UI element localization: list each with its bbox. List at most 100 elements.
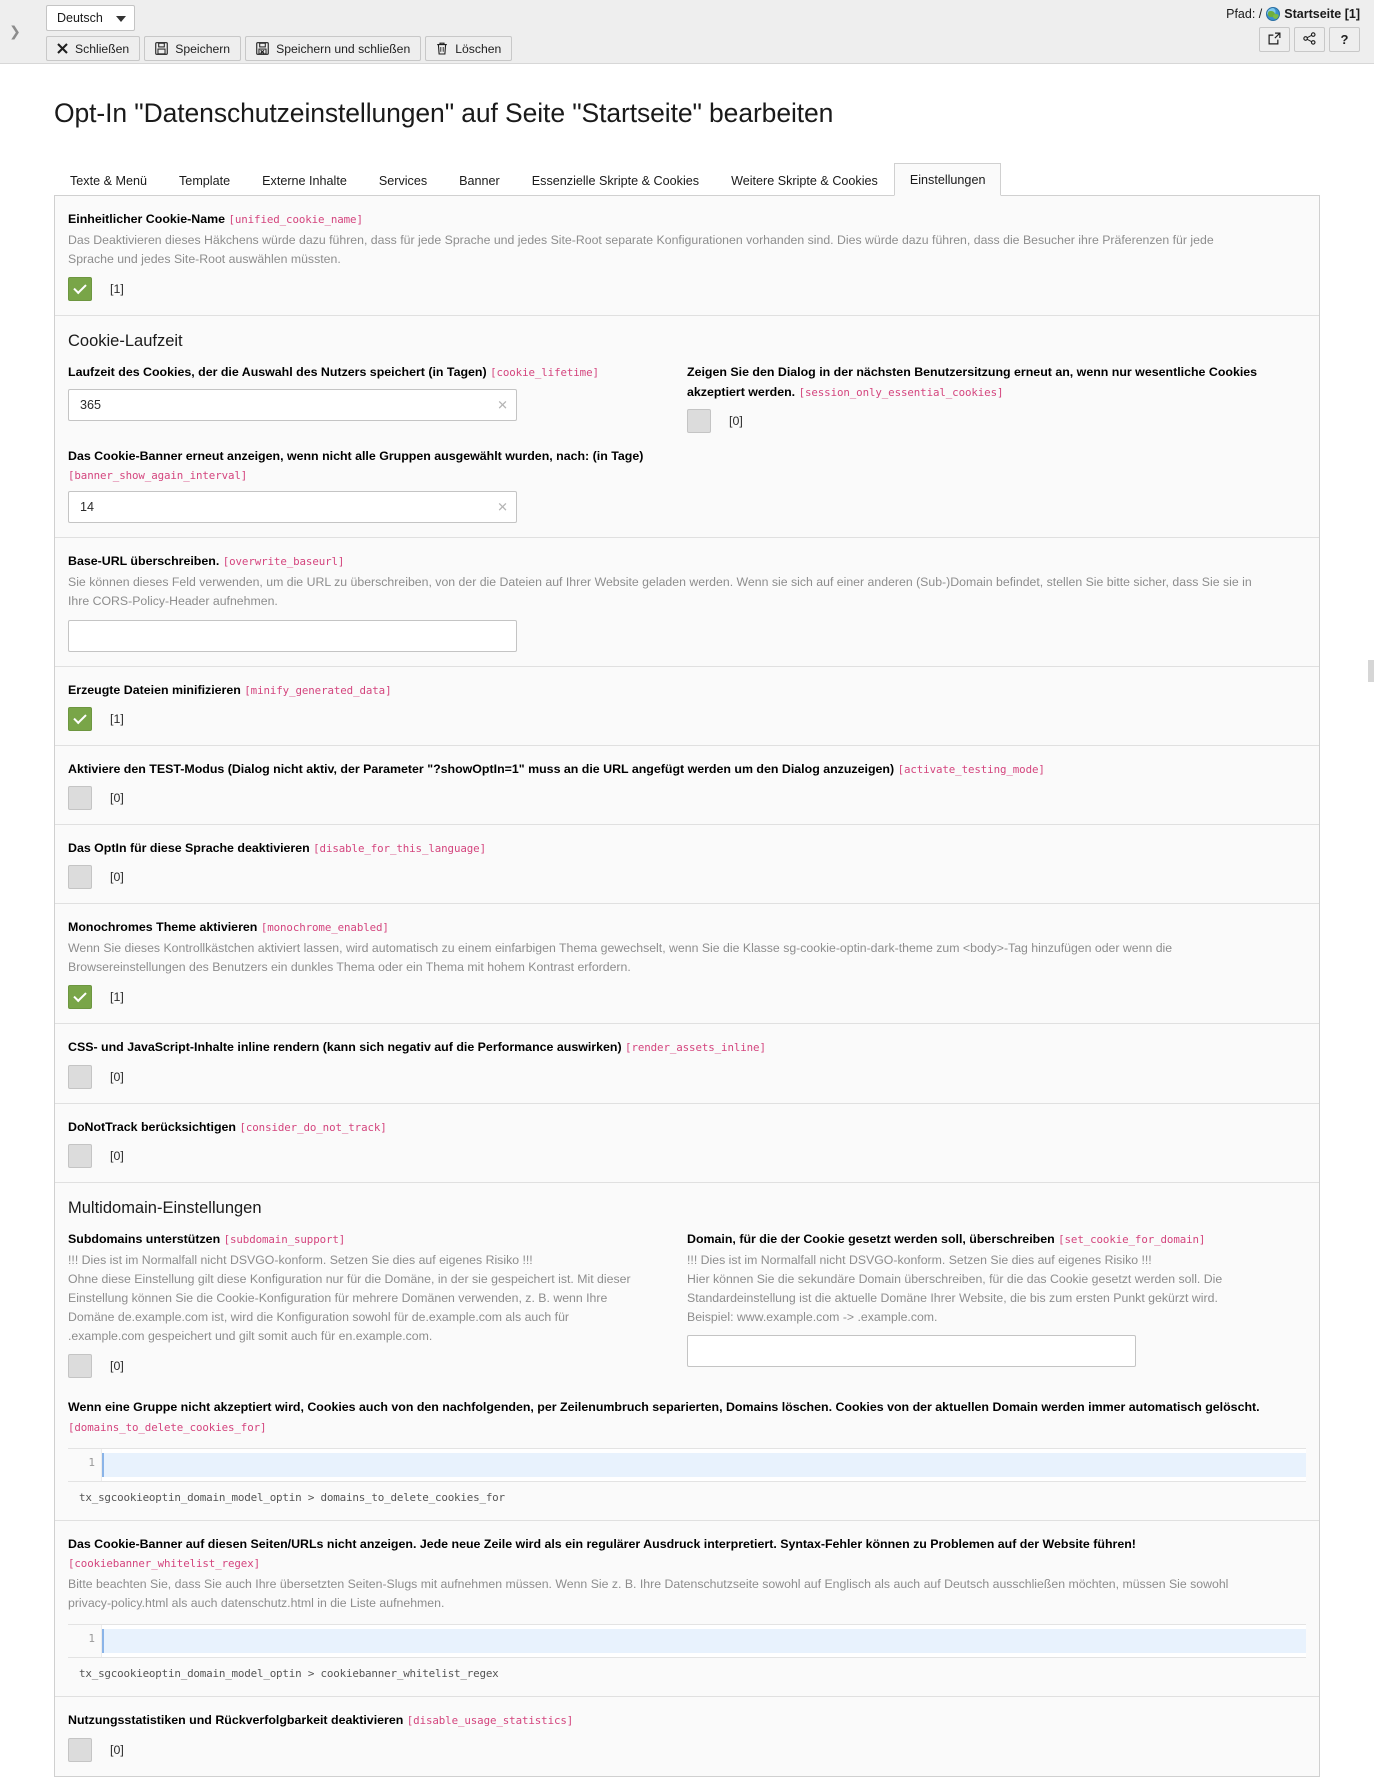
subdomain-support-key: [subdomain_support] bbox=[223, 1232, 346, 1246]
cookie-lifetime-input[interactable] bbox=[68, 388, 517, 421]
tab-weitere-skripte-cookies[interactable]: Weitere Skripte & Cookies bbox=[715, 164, 894, 196]
clear-x-icon[interactable]: ✕ bbox=[497, 501, 508, 514]
unified-cookie-name-value: [1] bbox=[110, 282, 124, 297]
tab-banner[interactable]: Banner bbox=[443, 164, 516, 196]
cookiebanner-whitelist-regex-label-text: Das Cookie-Banner auf diesen Seiten/URLs… bbox=[68, 1536, 1136, 1551]
language-select-value: Deutsch bbox=[57, 11, 103, 25]
scrollbar-edge-marker[interactable] bbox=[1368, 660, 1374, 682]
render-assets-inline-checkbox-row: [0] bbox=[68, 1064, 1306, 1089]
set-cookie-for-domain-input[interactable] bbox=[687, 1335, 1136, 1368]
language-select[interactable]: Deutsch bbox=[46, 5, 135, 31]
minify-generated-data-checkbox[interactable] bbox=[68, 706, 92, 731]
close-button[interactable]: Schließen bbox=[46, 36, 141, 61]
docheader-icon-buttons: ? bbox=[1226, 27, 1360, 52]
unified-cookie-name-checkbox[interactable] bbox=[68, 277, 92, 302]
consider-do-not-track-checkbox-row: [0] bbox=[68, 1143, 1306, 1168]
save-and-close-button[interactable]: Speichern und schließen bbox=[245, 36, 422, 61]
page-title: Opt-In "Datenschutzeinstellungen" auf Se… bbox=[54, 98, 834, 128]
consider-do-not-track-key: [consider_do_not_track] bbox=[239, 1120, 387, 1134]
disable-usage-statistics-label-text: Nutzungsstatistiken und Rückverfolgbarke… bbox=[68, 1713, 404, 1728]
sidebar-collapse-icon[interactable]: ❯ bbox=[6, 22, 24, 40]
tab-essenzielle-skripte-cookies[interactable]: Essenzielle Skripte & Cookies bbox=[516, 164, 715, 196]
trash-icon bbox=[436, 42, 448, 55]
monochrome-enabled-label: Monochromes Theme aktivieren [monochrome… bbox=[68, 918, 1306, 937]
render-assets-inline-label-text: CSS- und JavaScript-Inhalte inline rende… bbox=[68, 1040, 622, 1055]
set-cookie-for-domain-input-wrap bbox=[687, 1335, 1136, 1368]
activate-testing-mode-label: Aktiviere den TEST-Modus (Dialog nicht a… bbox=[68, 760, 1306, 779]
session-only-essential-cookies-checkbox[interactable] bbox=[687, 408, 711, 433]
session-only-essential-cookies-checkbox-row: [0] bbox=[687, 408, 1278, 433]
cookiebanner-whitelist-regex-path: tx_sgcookieoptin_domain_model_optin > co… bbox=[79, 1667, 499, 1681]
session-only-essential-cookies-key: [session_only_essential_cookies] bbox=[798, 385, 1004, 399]
disable-usage-statistics-label: Nutzungsstatistiken und Rückverfolgbarke… bbox=[68, 1711, 1306, 1730]
chevron-down-icon bbox=[115, 16, 126, 22]
tab-texte-menue[interactable]: Texte & Menü bbox=[54, 164, 163, 196]
cookie-lifetime-col: Laufzeit des Cookies, der die Auswahl de… bbox=[68, 363, 687, 432]
cookie-laufzeit-empty-col bbox=[687, 447, 1306, 523]
session-only-essential-cookies-col: Zeigen Sie den Dialog in der nächsten Be… bbox=[687, 363, 1306, 433]
close-x-icon bbox=[57, 43, 68, 54]
field-section-multidomain: Multidomain-Einstellungen Subdomains unt… bbox=[55, 1183, 1319, 1521]
tab-services[interactable]: Services bbox=[363, 164, 443, 196]
disable-for-this-language-value: [0] bbox=[110, 870, 124, 885]
cookiebanner-whitelist-regex-editor[interactable]: 1 bbox=[68, 1624, 1306, 1659]
multidomain-row-1: Subdomains unterstützen [subdomain_suppo… bbox=[68, 1230, 1306, 1379]
overwrite-baseurl-input[interactable] bbox=[68, 619, 517, 652]
disable-usage-statistics-checkbox[interactable] bbox=[68, 1737, 92, 1762]
activate-testing-mode-value: [0] bbox=[110, 790, 124, 805]
delete-button[interactable]: Löschen bbox=[425, 36, 513, 61]
unified-cookie-name-key: [unified_cookie_name] bbox=[228, 213, 363, 226]
domains-to-delete-cookies-for-key: [domains_to_delete_cookies_for] bbox=[68, 1420, 267, 1434]
cookie-lifetime-label-text: Laufzeit des Cookies, der die Auswahl de… bbox=[68, 365, 487, 380]
cookiebanner-whitelist-regex-editor-wrap: 1 tx_sgcookieoptin_domain_model_optin > … bbox=[68, 1624, 1306, 1682]
domains-to-delete-cookies-for-label-text: Wenn eine Gruppe nicht akzeptiert wird, … bbox=[68, 1400, 1260, 1415]
activate-testing-mode-checkbox[interactable] bbox=[68, 785, 92, 810]
view-page-button[interactable] bbox=[1259, 27, 1290, 52]
clear-x-icon[interactable]: ✕ bbox=[497, 398, 508, 411]
field-section-render-assets-inline: CSS- und JavaScript-Inhalte inline rende… bbox=[55, 1024, 1319, 1104]
disable-for-this-language-label-text: Das OptIn für diese Sprache deaktivieren bbox=[68, 840, 310, 855]
render-assets-inline-checkbox[interactable] bbox=[68, 1064, 92, 1089]
disable-for-this-language-checkbox[interactable] bbox=[68, 865, 92, 890]
subdomain-support-col: Subdomains unterstützen [subdomain_suppo… bbox=[68, 1230, 687, 1379]
subdomain-support-label-text: Subdomains unterstützen bbox=[68, 1231, 221, 1246]
domains-to-delete-cookies-for-editor[interactable]: 1 bbox=[68, 1447, 1306, 1482]
activate-testing-mode-key: [activate_testing_mode] bbox=[897, 762, 1045, 776]
cookiebanner-whitelist-regex-label: Das Cookie-Banner auf diesen Seiten/URLs… bbox=[68, 1535, 1306, 1573]
docheader-button-row: Schließen Speichern Speichern und schlie… bbox=[46, 36, 513, 61]
session-only-essential-cookies-value: [0] bbox=[729, 413, 743, 428]
monochrome-enabled-checkbox-row: [1] bbox=[68, 985, 1306, 1010]
render-assets-inline-key: [render_assets_inline] bbox=[625, 1041, 766, 1055]
tab-template[interactable]: Template bbox=[163, 164, 246, 196]
monochrome-enabled-checkbox[interactable] bbox=[68, 985, 92, 1010]
subdomain-support-checkbox[interactable] bbox=[68, 1354, 92, 1379]
render-assets-inline-value: [0] bbox=[110, 1069, 124, 1084]
tab-externe-inhalte[interactable]: Externe Inhalte bbox=[246, 164, 363, 196]
domains-to-delete-cookies-for-block: Wenn eine Gruppe nicht akzeptiert wird, … bbox=[68, 1398, 1306, 1505]
tab-einstellungen[interactable]: Einstellungen bbox=[893, 163, 1002, 196]
share-button[interactable] bbox=[1294, 27, 1325, 52]
cookie-laufzeit-row-1: Laufzeit des Cookies, der die Auswahl de… bbox=[68, 363, 1306, 433]
cookie-lifetime-key: [cookie_lifetime] bbox=[490, 366, 599, 380]
set-cookie-for-domain-label: Domain, für die der Cookie gesetzt werde… bbox=[687, 1230, 1306, 1249]
save-button[interactable]: Speichern bbox=[144, 36, 242, 61]
banner-show-again-interval-input[interactable] bbox=[68, 491, 517, 524]
breadcrumb-page: Startseite [1] bbox=[1284, 7, 1360, 21]
render-assets-inline-label: CSS- und JavaScript-Inhalte inline rende… bbox=[68, 1038, 1306, 1057]
disable-for-this-language-key: [disable_for_this_language] bbox=[313, 841, 486, 855]
editor-active-line[interactable] bbox=[102, 1629, 1306, 1654]
session-only-essential-cookies-label: Zeigen Sie den Dialog in der nächsten Be… bbox=[687, 363, 1278, 401]
help-button[interactable]: ? bbox=[1329, 27, 1360, 52]
consider-do-not-track-label: DoNotTrack berücksichtigen [consider_do_… bbox=[68, 1118, 1306, 1137]
monochrome-enabled-description: Wenn Sie dieses Kontrollkästchen aktivie… bbox=[68, 941, 1173, 975]
close-button-label: Schließen bbox=[75, 41, 130, 56]
docheader-left-group: Deutsch Schließen Speichern Speichern un… bbox=[46, 0, 513, 61]
subdomain-support-value: [0] bbox=[110, 1359, 124, 1374]
editor-active-line[interactable] bbox=[102, 1452, 1306, 1477]
unified-cookie-name-label: Einheitlicher Cookie-Name [unified_cooki… bbox=[68, 210, 1306, 229]
disable-usage-statistics-key: [disable_usage_statistics] bbox=[406, 1714, 574, 1728]
consider-do-not-track-checkbox[interactable] bbox=[68, 1143, 92, 1168]
floppy-save-close-icon bbox=[256, 42, 269, 55]
cookiebanner-whitelist-regex-key: [cookiebanner_whitelist_regex] bbox=[68, 1557, 261, 1571]
banner-show-again-interval-key: [banner_show_again_interval] bbox=[68, 468, 248, 482]
